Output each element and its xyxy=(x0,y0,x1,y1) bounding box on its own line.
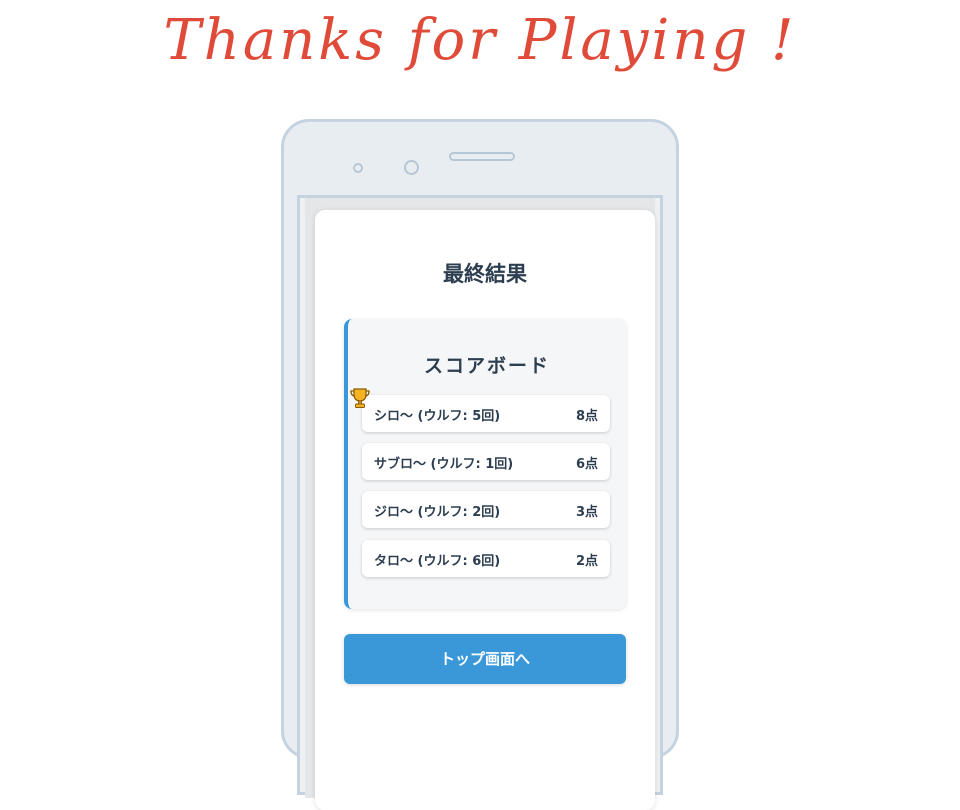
score-row: ジロ〜 (ウルフ: 2回) 3点 xyxy=(362,491,610,528)
front-camera xyxy=(404,160,419,175)
score-row: シロ〜 (ウルフ: 5回) 8点 xyxy=(350,388,610,432)
result-title: 最終結果 xyxy=(443,262,527,286)
player-name: シロ〜 (ウルフ: 5回) xyxy=(374,409,501,424)
player-score: 2点 xyxy=(575,554,598,569)
phone-screen: 最終結果 スコアボード シロ〜 (ウルフ: 5回) 8点 サブロ〜 (ウルフ: … xyxy=(297,195,663,810)
speaker-slot xyxy=(449,152,515,161)
result-card: 最終結果 スコアボード シロ〜 (ウルフ: 5回) 8点 サブロ〜 (ウルフ: … xyxy=(315,210,655,810)
screen-background: 最終結果 スコアボード シロ〜 (ウルフ: 5回) 8点 サブロ〜 (ウルフ: … xyxy=(305,198,655,810)
back-to-top-button[interactable]: トップ画面へ xyxy=(344,634,626,684)
scoreboard-title: スコアボード xyxy=(423,355,550,377)
trophy-icon xyxy=(349,387,371,409)
score-row: タロ〜 (ウルフ: 6回) 2点 xyxy=(362,540,610,577)
player-name: タロ〜 (ウルフ: 6回) xyxy=(374,554,501,569)
player-name: サブロ〜 (ウルフ: 1回) xyxy=(374,457,514,472)
sensor-dot xyxy=(353,163,363,173)
player-name: ジロ〜 (ウルフ: 2回) xyxy=(374,505,501,520)
phone-frame: 最終結果 スコアボード シロ〜 (ウルフ: 5回) 8点 サブロ〜 (ウルフ: … xyxy=(281,119,679,810)
thanks-headline: Thanks for Playing ! xyxy=(163,8,797,73)
player-score: 3点 xyxy=(575,505,598,520)
scoreboard: スコアボード シロ〜 (ウルフ: 5回) 8点 サブロ〜 (ウルフ: 1回) 6… xyxy=(344,319,626,609)
player-score: 8点 xyxy=(575,409,598,424)
score-row: サブロ〜 (ウルフ: 1回) 6点 xyxy=(362,443,610,480)
player-score: 6点 xyxy=(575,457,598,472)
